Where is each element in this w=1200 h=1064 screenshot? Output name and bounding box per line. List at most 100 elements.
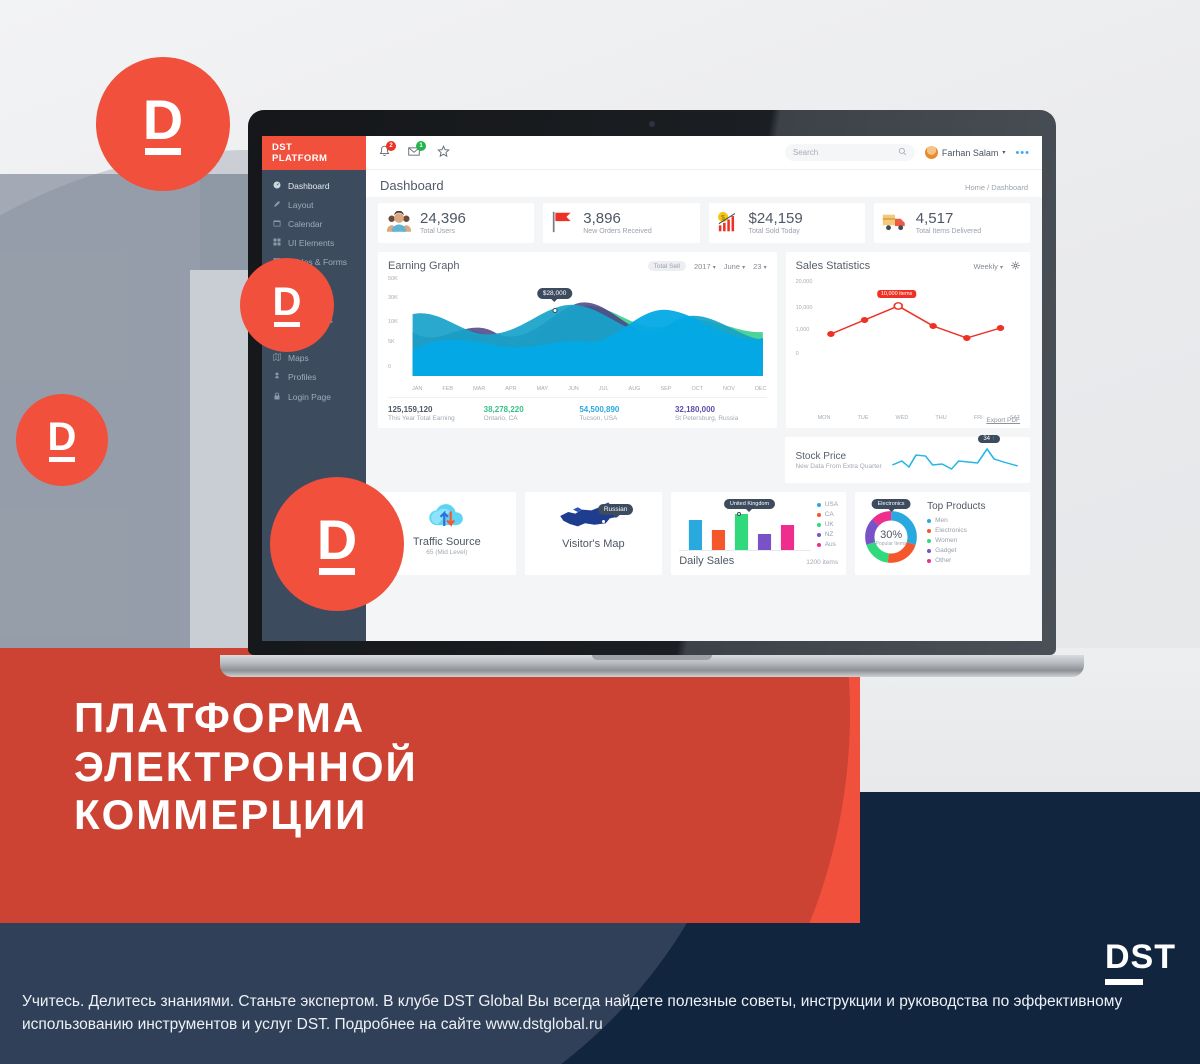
trend-up-icon: ↑: [991, 436, 995, 442]
stat-card-items-delivered[interactable]: 4,517 Total Items Delivered: [873, 203, 1030, 243]
brand-line2: PLATFORM: [272, 153, 328, 164]
earning-stat: 54,500,890 Tucson, USA: [579, 405, 671, 422]
search-input[interactable]: Search: [784, 144, 915, 161]
brand-logo[interactable]: DST PLATFORM: [262, 136, 366, 170]
day-dropdown[interactable]: 23 ▾: [753, 262, 766, 271]
sidebar-item-profiles[interactable]: Profiles: [262, 368, 366, 387]
stat-value: 3,896: [583, 210, 621, 228]
earning-graph-x-axis: JAN FEB MAR APR MAY JUN JUL AUG SEP OCT NOV DE…: [412, 386, 767, 392]
earning-stat-label: St Petersburg, Russia: [674, 415, 739, 422]
brand-line1: DST: [272, 142, 293, 153]
dst-logo: DST: [1105, 940, 1176, 985]
sales-statistics-x-axis: MON TUE WED THU FRI SAT: [817, 415, 1020, 421]
badge-letter: D: [142, 87, 184, 151]
daily-sales-card[interactable]: United Kingdom USA CA UK NZ Aus Daily Sa…: [671, 492, 847, 575]
grid-icon: [273, 238, 281, 248]
main-content: 2 1 Search Farhan Salam ▾ ••• Dashboard …: [366, 136, 1042, 641]
stat-label: Total Sold Today: [748, 227, 800, 235]
top-products-tooltip: Electronics: [871, 498, 911, 509]
traffic-source-subtitle: 65 (Mid Level): [426, 549, 468, 556]
badge-letter: D: [47, 414, 77, 459]
topbar: 2 1 Search Farhan Salam ▾ •••: [366, 136, 1042, 170]
person-icon: [273, 372, 281, 382]
notifications-bell-icon[interactable]: 2: [378, 141, 396, 160]
earning-graph-title: Earning Graph: [388, 260, 460, 272]
year-dropdown[interactable]: 2017 ▾: [694, 262, 716, 271]
legend-item: NZ: [816, 530, 838, 540]
sidebar-item-label: Layout: [288, 199, 314, 210]
more-options-icon[interactable]: •••: [1015, 147, 1030, 158]
sidebar-item-layout[interactable]: Layout: [262, 195, 366, 214]
truck-icon: [882, 211, 908, 235]
month-dropdown[interactable]: June ▾: [724, 262, 745, 271]
search-placeholder: Search: [792, 148, 819, 157]
visitors-map-tooltip: Russian: [597, 504, 634, 515]
map-icon: [273, 353, 281, 363]
stock-price-row: Stock Price New Data From Extra Quarter: [378, 435, 1030, 483]
legend-item: Electronics: [927, 526, 985, 536]
traffic-source-title: Traffic Source: [412, 536, 481, 548]
top-products-legend: Men Electronics Women Gadget Other: [927, 516, 985, 566]
stat-label: Total Items Delivered: [915, 227, 982, 235]
daily-sales-legend: USA CA UK NZ Aus: [816, 500, 838, 552]
earning-graph-tooltip: $28,000: [536, 288, 573, 299]
stat-card-new-orders[interactable]: 3,896 New Orders Received: [543, 203, 700, 243]
sidebar-item-label: Calendar: [288, 218, 323, 229]
calendar-icon: [273, 219, 281, 229]
sidebar-item-ui-elements[interactable]: UI Elements: [262, 234, 366, 253]
chevron-down-icon: ▾: [712, 264, 716, 271]
sidebar-item-label: Maps: [288, 353, 309, 364]
messages-envelope-icon[interactable]: 1: [407, 141, 426, 160]
notifications-badge: 2: [386, 141, 396, 151]
gear-icon[interactable]: [1011, 260, 1020, 272]
sidebar-item-label: Login Page: [288, 391, 332, 402]
stat-value: 4,517: [915, 210, 954, 228]
earning-stat-value: 32,180,000: [674, 405, 716, 414]
stock-price-subtitle: New Data From Extra Quarter: [795, 462, 882, 470]
daily-sales-tooltip: United Kingdom: [723, 499, 776, 509]
poster-canvas: DST PLATFORM Dashboard Layout Calendar U…: [0, 0, 1200, 1064]
daily-sales-title: Daily Sales: [679, 555, 735, 567]
sales-statistics-header: Sales Statistics Weekly ▾: [796, 260, 1020, 272]
chevron-down-icon: ▾: [763, 264, 767, 271]
stat-cards: 24,396 Total Users 3,896 New Orders Rece…: [378, 203, 1030, 243]
charts-row: Earning Graph Total Sell 2017 ▾ June ▾ 2…: [378, 252, 1030, 428]
legend-item: USA: [816, 500, 838, 510]
donut-center-value: 30%: [880, 528, 903, 541]
period-dropdown[interactable]: Weekly ▾: [973, 262, 1003, 271]
user-name: Farhan Salam: [941, 147, 999, 158]
earning-graph-chart[interactable]: 50K 30K 10K 5K 0 $28,000: [388, 276, 767, 384]
search-icon: [898, 147, 907, 158]
sidebar-item-maps[interactable]: Maps: [262, 349, 366, 368]
top-products-card[interactable]: Electronics 30% Popular Items Top Produc…: [855, 492, 1030, 575]
dst-logo-underline: [1105, 979, 1143, 985]
laptop-base: [220, 655, 1084, 677]
stat-card-total-sold[interactable]: $ $24,159 Total Sold Today: [708, 203, 865, 243]
sidebar-item-dashboard[interactable]: Dashboard: [262, 176, 366, 195]
earning-stat-value: 38,278,220: [483, 405, 524, 414]
visitors-map-title: Visitor's Map: [562, 538, 625, 550]
dst-logo-text: DST: [1105, 938, 1176, 976]
user-menu[interactable]: Farhan Salam ▾: [924, 146, 1005, 159]
sales-statistics-chart[interactable]: 20,000 10,000 1,000 0 10,000 items MON T…: [796, 276, 1020, 421]
donut-center-label: Popular Items: [875, 540, 907, 547]
earning-graph-panel: Earning Graph Total Sell 2017 ▾ June ▾ 2…: [378, 252, 777, 428]
legend-item: Gadget: [927, 546, 985, 556]
favorites-star-icon[interactable]: [437, 145, 450, 160]
stock-price-badge: 34 ↑: [978, 435, 1000, 443]
visitors-map-card[interactable]: Russian Visitor's Map: [524, 492, 663, 575]
stat-card-total-users[interactable]: 24,396 Total Users: [378, 203, 535, 243]
stock-price-panel[interactable]: Stock Price New Data From Extra Quarter: [785, 435, 1030, 483]
cloud-transfer-icon: [425, 500, 469, 532]
users-icon: [386, 210, 412, 235]
flag-icon: [551, 211, 575, 235]
sidebar-item-login-page[interactable]: Login Page: [262, 387, 366, 406]
sidebar-item-calendar[interactable]: Calendar: [262, 214, 366, 233]
stock-price-title: Stock Price: [795, 450, 847, 462]
stat-value: $24,159: [748, 210, 803, 228]
messages-badge: 1: [416, 141, 426, 151]
sales-statistics-tooltip: 10,000 items: [876, 290, 917, 298]
headline-line-1: ПЛАТФОРМА: [74, 694, 366, 741]
badge-underline: [319, 568, 355, 576]
dst-badge-2: D: [240, 258, 334, 352]
